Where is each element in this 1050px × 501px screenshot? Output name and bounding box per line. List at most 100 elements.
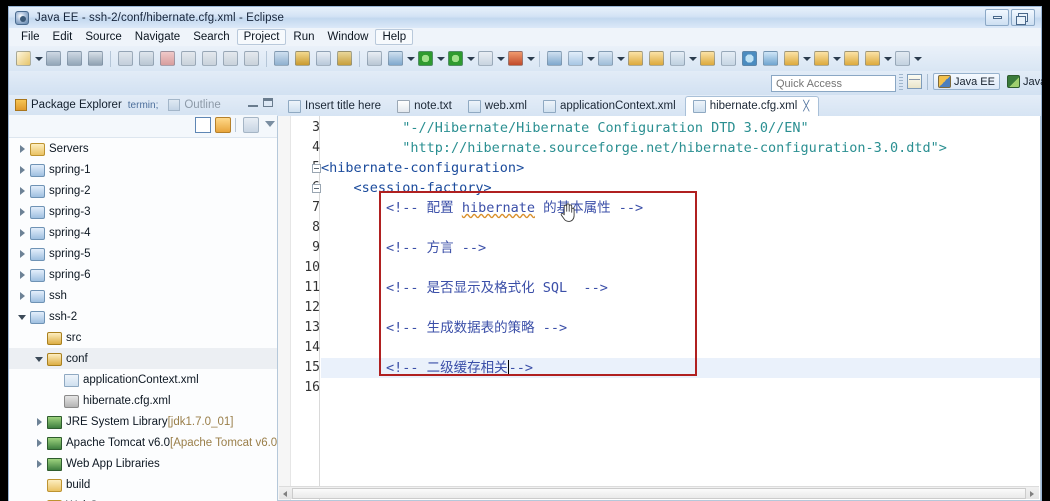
code-line[interactable] (321, 378, 1040, 398)
tree-item[interactable]: src (9, 327, 277, 348)
tree-item[interactable]: spring-1 (9, 159, 277, 180)
outline-toggle-icon[interactable] (314, 49, 333, 68)
editor-tab-applicationcontext-xml[interactable]: applicationContext.xml (536, 97, 685, 116)
print-icon[interactable] (86, 49, 105, 68)
menu-run[interactable]: Run (287, 30, 320, 44)
run-icon[interactable] (416, 49, 435, 68)
new-class-icon[interactable] (782, 49, 801, 68)
pause-icon[interactable] (137, 49, 156, 68)
code-line[interactable] (321, 218, 1040, 238)
code-line[interactable] (321, 258, 1040, 278)
annotate-icon[interactable] (668, 49, 687, 68)
menu-file[interactable]: File (15, 30, 46, 44)
menu-source[interactable]: Source (79, 30, 127, 44)
link-editor-icon[interactable] (335, 49, 354, 68)
dropdown-arrow-icon[interactable] (466, 49, 475, 68)
dropdown-arrow-icon[interactable] (688, 49, 697, 68)
code-content[interactable]: "-//Hibernate/Hibernate Configuration DT… (321, 116, 1040, 500)
disconnect-icon[interactable] (179, 49, 198, 68)
dropdown-arrow-icon[interactable] (436, 49, 445, 68)
back-icon[interactable] (842, 49, 861, 68)
menu-navigate[interactable]: Navigate (129, 30, 186, 44)
menu-edit[interactable]: Edit (47, 30, 79, 44)
code-line[interactable]: <session-factory> (321, 178, 1040, 198)
menu-search[interactable]: Search (187, 30, 235, 44)
code-line[interactable]: <!-- 生成数据表的策略 --> (321, 318, 1040, 338)
close-icon[interactable]: ╳ (803, 101, 809, 112)
expander-closed-icon[interactable] (17, 206, 28, 217)
save-all-icon[interactable] (65, 49, 84, 68)
fold-toggle-icon[interactable] (312, 184, 321, 193)
new-interface-icon[interactable] (812, 49, 831, 68)
new-java-project-icon[interactable] (566, 49, 585, 68)
tree-item[interactable]: spring-2 (9, 180, 277, 201)
expander-closed-icon[interactable] (34, 416, 45, 427)
dropdown-arrow-icon[interactable] (883, 49, 892, 68)
source-editor[interactable]: 345678910111213141516 "-//Hibernate/Hibe… (277, 116, 1041, 501)
code-line[interactable] (321, 338, 1040, 358)
new-ejb-icon[interactable] (545, 49, 564, 68)
link-with-editor-icon[interactable] (215, 117, 231, 133)
fold-toggle-icon[interactable] (312, 164, 321, 173)
collapse-all-icon[interactable] (195, 117, 211, 133)
minimize-view-icon[interactable] (248, 99, 258, 107)
code-line[interactable] (321, 298, 1040, 318)
search-icon[interactable] (293, 49, 312, 68)
expander-open-icon[interactable] (17, 311, 28, 322)
code-line[interactable]: <!-- 方言 --> (321, 238, 1040, 258)
dropdown-arrow-icon[interactable] (586, 49, 595, 68)
sidebar-tab-outline[interactable]: Outline (168, 99, 221, 111)
deploy-icon[interactable] (761, 49, 780, 68)
dropdown-arrow-icon[interactable] (913, 49, 922, 68)
expander-closed-icon[interactable] (17, 269, 28, 280)
toolbar-drag-handle[interactable] (899, 74, 903, 92)
run-step-icon[interactable] (116, 49, 135, 68)
scroll-right-arrow[interactable] (1026, 488, 1039, 499)
tree-item[interactable]: JRE System Library [jdk1.7.0_01] (9, 411, 277, 432)
code-line[interactable]: <!-- 是否显示及格式化 SQL --> (321, 278, 1040, 298)
expander-open-icon[interactable] (34, 353, 45, 364)
quick-access-input[interactable] (771, 75, 896, 92)
save-icon[interactable] (44, 49, 63, 68)
expander-closed-icon[interactable] (34, 458, 45, 469)
code-line[interactable]: <!-- 配置 hibernate 的基本属性 --> (321, 198, 1040, 218)
terminate-icon[interactable] (158, 49, 177, 68)
minimize-button[interactable] (985, 9, 1009, 26)
forward-icon[interactable] (863, 49, 882, 68)
editor-tab-web-xml[interactable]: web.xml (461, 97, 536, 116)
tree-item[interactable]: spring-6 (9, 264, 277, 285)
dropdown-arrow-icon[interactable] (496, 49, 505, 68)
step-return-icon[interactable] (242, 49, 261, 68)
tree-item[interactable]: Apache Tomcat v6.0 [Apache Tomcat v6.0] (9, 432, 277, 453)
project-tree[interactable]: Servers spring-1 spring-2 spring-3 spring-4 s… (9, 137, 277, 501)
tree-item[interactable]: spring-5 (9, 243, 277, 264)
perspective-java-ee[interactable]: Java EE (933, 73, 1000, 90)
step-into-icon[interactable] (200, 49, 219, 68)
ant-icon[interactable] (719, 49, 738, 68)
external-tools-icon[interactable] (506, 49, 525, 68)
debug-icon[interactable] (386, 49, 405, 68)
tree-item[interactable]: ssh (9, 285, 277, 306)
web-browser-icon[interactable] (740, 49, 759, 68)
dropdown-arrow-icon[interactable] (34, 49, 43, 68)
new-wizard-icon[interactable] (14, 49, 33, 68)
tree-item[interactable]: spring-4 (9, 222, 277, 243)
expander-closed-icon[interactable] (17, 143, 28, 154)
expander-closed-icon[interactable] (17, 164, 28, 175)
tree-item[interactable]: build (9, 474, 277, 495)
open-type-icon[interactable] (626, 49, 645, 68)
close-icon[interactable]: termin; (128, 100, 159, 111)
expander-closed-icon[interactable] (17, 290, 28, 301)
menu-window[interactable]: Window (322, 30, 375, 44)
view-menu-icon[interactable] (265, 121, 275, 127)
dropdown-arrow-icon[interactable] (406, 49, 415, 68)
code-line[interactable]: "http://hibernate.sourceforge.net/hibern… (321, 138, 1040, 158)
editor-tab-note-txt[interactable]: note.txt (390, 97, 461, 116)
scrollbar-thumb[interactable] (292, 487, 1026, 499)
tree-item[interactable]: conf (9, 348, 277, 369)
code-line[interactable]: <hibernate-configuration> (321, 158, 1040, 178)
expander-closed-icon[interactable] (17, 248, 28, 259)
new-servlet-icon[interactable] (596, 49, 615, 68)
menu-help[interactable]: Help (375, 29, 414, 45)
menu-project[interactable]: Project (236, 29, 287, 45)
